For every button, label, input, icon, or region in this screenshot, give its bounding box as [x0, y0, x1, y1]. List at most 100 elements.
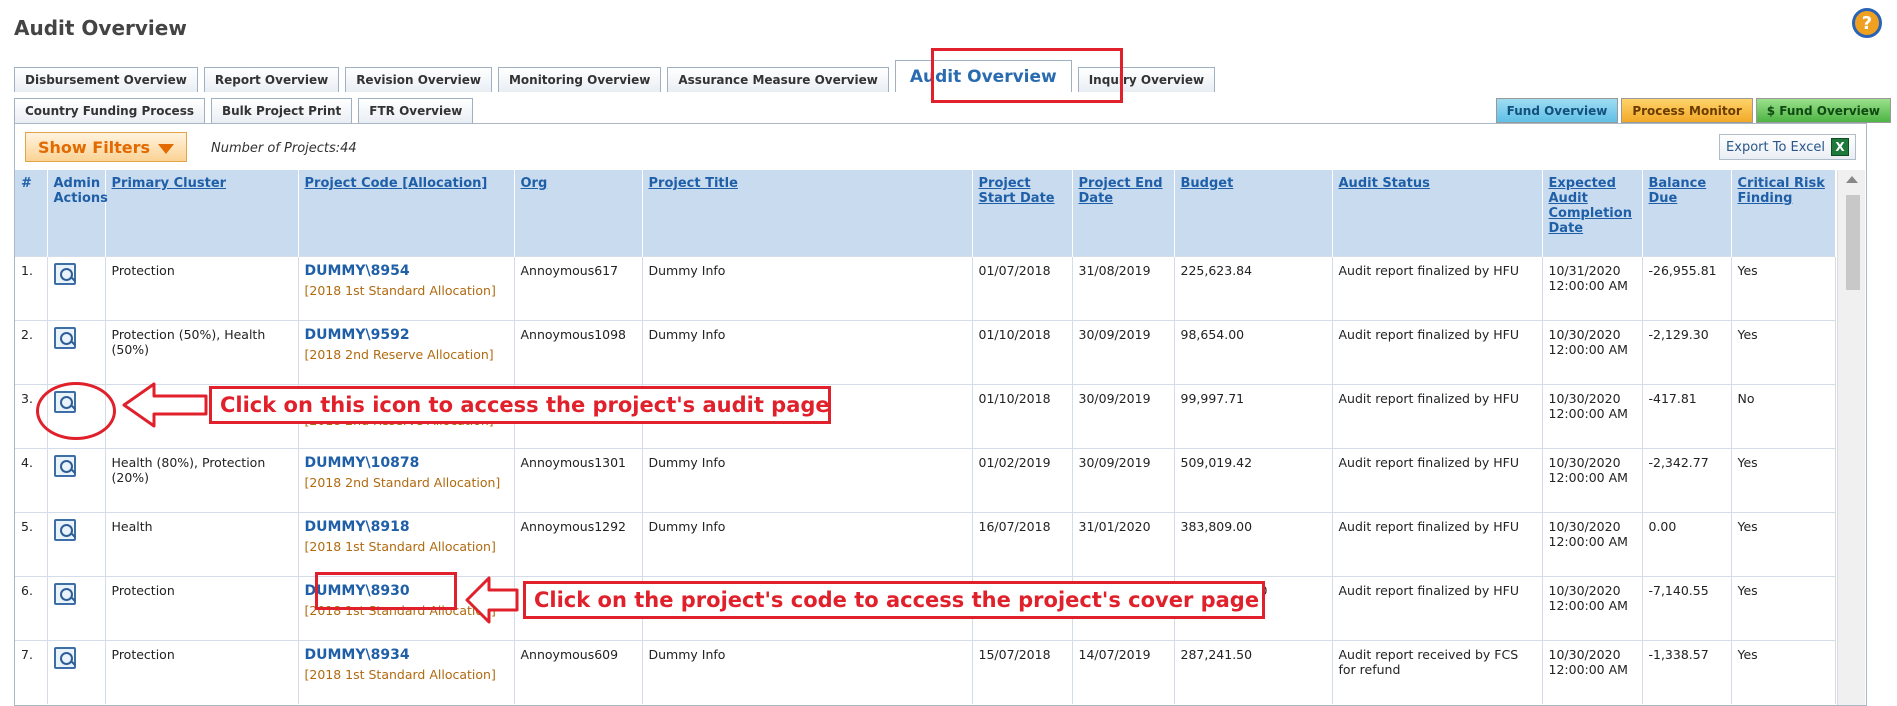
- project-code-link[interactable]: DUMMY\10878: [305, 455, 508, 471]
- project-title: Dummy Info: [642, 639, 973, 704]
- col-header-balance-due[interactable]: Balance Due: [1642, 170, 1732, 256]
- audit-page-icon[interactable]: [53, 582, 76, 605]
- tab-bulk-project-print[interactable]: Bulk Project Print: [210, 98, 353, 123]
- project-title: Dummy Info: [642, 319, 973, 384]
- project-code-link[interactable]: DUMMY\8934: [305, 647, 508, 663]
- export-to-excel-button[interactable]: Export To Excel X: [1719, 134, 1856, 160]
- budget: 509,019.42: [1174, 447, 1333, 512]
- project-code-link[interactable]: DUMMY\8918: [305, 519, 508, 535]
- project-code-cell: DUMMY\10878 [2018 2nd Standard Allocation…: [298, 447, 515, 512]
- annotation-icon-note: Click on this icon to access the project…: [209, 386, 831, 424]
- fund-overview-button[interactable]: Fund Overview: [1495, 98, 1619, 123]
- row-number: 7.: [15, 639, 48, 704]
- col-header-critical-risk[interactable]: Critical Risk Finding: [1731, 170, 1836, 256]
- panel-toolbar: Show Filters Number of Projects:44 Expor…: [15, 124, 1866, 168]
- budget: 383,809.00: [1174, 511, 1333, 576]
- audit-page-icon[interactable]: [53, 518, 76, 541]
- tab-assurance-measure-overview[interactable]: Assurance Measure Overview: [667, 67, 889, 92]
- tab-monitoring-overview[interactable]: Monitoring Overview: [497, 67, 662, 92]
- tab-disbursement-overview[interactable]: Disbursement Overview: [14, 67, 198, 92]
- table-row: 7. Protection DUMMY\8934 [2018 1st Standa…: [15, 639, 1836, 704]
- col-header-project-code[interactable]: Project Code [Allocation]: [298, 170, 515, 256]
- show-filters-label: Show Filters: [38, 137, 151, 157]
- col-header-primary-cluster[interactable]: Primary Cluster: [105, 170, 299, 256]
- org: Annoymous609: [514, 639, 643, 704]
- audit-page-icon[interactable]: [53, 454, 76, 477]
- start-date: 15/07/2018: [972, 639, 1073, 704]
- export-label: Export To Excel: [1726, 139, 1825, 155]
- help-icon[interactable]: ?: [1852, 8, 1882, 38]
- audit-status: Audit report finalized by HFU: [1332, 383, 1543, 448]
- audit-page-icon[interactable]: [53, 326, 76, 349]
- admin-actions-cell: [47, 511, 106, 576]
- row-number: 5.: [15, 511, 48, 576]
- balance-due: -7,140.55: [1642, 575, 1732, 640]
- process-monitor-button[interactable]: Process Monitor: [1621, 98, 1753, 123]
- audit-page-icon[interactable]: [53, 646, 76, 669]
- admin-actions-cell: [47, 639, 106, 704]
- critical-risk: Yes: [1731, 575, 1836, 640]
- audit-page-icon[interactable]: [53, 262, 76, 285]
- allocation-label: [2018 1st Standard Allocation]: [304, 666, 496, 682]
- critical-risk: Yes: [1731, 511, 1836, 576]
- audit-status: Audit report finalized by HFU: [1332, 575, 1543, 640]
- balance-due: 0.00: [1642, 511, 1732, 576]
- scroll-up-arrow-icon[interactable]: [1846, 176, 1858, 183]
- tab-ftr-overview[interactable]: FTR Overview: [358, 98, 474, 123]
- project-title: Dummy Info: [642, 447, 973, 512]
- right-tab-group: Fund Overview Process Monitor $ Fund Ove…: [1495, 98, 1891, 123]
- col-header-org[interactable]: Org: [514, 170, 643, 256]
- end-date: 30/09/2019: [1072, 319, 1175, 384]
- col-header-start-date[interactable]: Project Start Date: [972, 170, 1073, 256]
- balance-due: -1,338.57: [1642, 639, 1732, 704]
- start-date: 01/10/2018: [972, 319, 1073, 384]
- show-filters-button[interactable]: Show Filters: [25, 132, 188, 162]
- annotation-code-note: Click on the project's code to access th…: [523, 581, 1265, 619]
- project-code-link[interactable]: DUMMY\8954: [305, 263, 508, 279]
- budget: 99,997.71: [1174, 383, 1333, 448]
- tab-country-funding-process[interactable]: Country Funding Process: [14, 98, 205, 123]
- project-code-link[interactable]: DUMMY\9592: [305, 327, 508, 343]
- primary-cluster: Health (80%), Protection (20%): [105, 447, 299, 512]
- expected-completion: 10/30/2020 12:00:00 AM: [1542, 575, 1643, 640]
- table-scrollbar[interactable]: [1837, 170, 1865, 705]
- audit-status: Audit report finalized by HFU: [1332, 319, 1543, 384]
- col-header-audit-status[interactable]: Audit Status: [1332, 170, 1543, 256]
- col-header-admin-actions: Admin Actions: [47, 170, 108, 256]
- allocation-label: [2018 2nd Standard Allocation]: [304, 474, 501, 490]
- table-row: 1. Protection DUMMY\8954 [2018 1st Standa…: [15, 255, 1836, 320]
- critical-risk: Yes: [1731, 639, 1836, 704]
- project-title: Dummy Info: [642, 255, 973, 320]
- scroll-thumb[interactable]: [1846, 195, 1860, 290]
- expected-completion: 10/30/2020 12:00:00 AM: [1542, 511, 1643, 576]
- col-header-budget[interactable]: Budget: [1174, 170, 1333, 256]
- balance-due: -2,342.77: [1642, 447, 1732, 512]
- annotation-arrow-left-icon: [122, 382, 208, 428]
- table-row: 4. Health (80%), Protection (20%) DUMMY\…: [15, 447, 1836, 512]
- org: Annoymous1098: [514, 319, 643, 384]
- allocation-label: [2018 1st Standard Allocation]: [304, 282, 496, 298]
- col-header-project-title[interactable]: Project Title: [642, 170, 973, 256]
- annotation-code-highlight: [315, 572, 457, 610]
- allocation-label: [2018 2nd Reserve Allocation]: [304, 346, 494, 362]
- expected-completion: 10/30/2020 12:00:00 AM: [1542, 639, 1643, 704]
- tab-report-overview[interactable]: Report Overview: [203, 67, 340, 92]
- tab-revision-overview[interactable]: Revision Overview: [345, 67, 492, 92]
- end-date: 30/09/2019: [1072, 447, 1175, 512]
- project-title: Dummy Info: [642, 511, 973, 576]
- table-row: 5. Health DUMMY\8918 [2018 1st Standard A…: [15, 511, 1836, 576]
- dollar-fund-overview-button[interactable]: $ Fund Overview: [1755, 98, 1891, 123]
- col-header-end-date[interactable]: Project End Date: [1072, 170, 1175, 256]
- admin-actions-cell: [47, 319, 106, 384]
- row-number: 2.: [15, 319, 48, 384]
- org: Annoymous1292: [514, 511, 643, 576]
- balance-due: -417.81: [1642, 383, 1732, 448]
- critical-risk: Yes: [1731, 447, 1836, 512]
- admin-actions-cell: [47, 575, 106, 640]
- row-number: 1.: [15, 255, 48, 320]
- critical-risk: No: [1731, 383, 1836, 448]
- start-date: 16/07/2018: [972, 511, 1073, 576]
- start-date: 01/07/2018: [972, 255, 1073, 320]
- page-title: Audit Overview: [14, 16, 187, 40]
- col-header-expected-completion[interactable]: Expected Audit Completion Date: [1542, 170, 1643, 256]
